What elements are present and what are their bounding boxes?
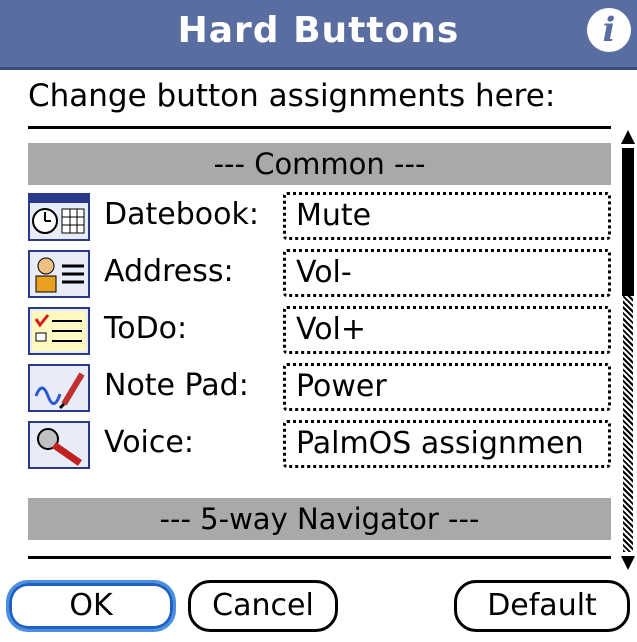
divider-bottom (28, 556, 611, 559)
section-header-navigator: --- 5-way Navigator --- (28, 498, 611, 540)
row-todo: ToDo: Vol+ (28, 303, 611, 359)
row-label: ToDo: (104, 311, 188, 346)
window-title: Hard Buttons (177, 10, 460, 51)
scrollbar[interactable] (619, 130, 637, 570)
voice-assignment-select[interactable]: PalmOS assignmen (283, 420, 611, 468)
info-icon[interactable]: i (587, 8, 631, 52)
address-icon (28, 250, 90, 298)
instruction-text: Change button assignments here: (28, 78, 556, 114)
title-bar: Hard Buttons i (0, 0, 637, 70)
todo-assignment-select[interactable]: Vol+ (283, 306, 611, 354)
scroll-thumb[interactable] (622, 148, 634, 296)
datebook-icon (28, 193, 90, 241)
row-address: Address: Vol- (28, 246, 611, 302)
row-label: Address: (104, 254, 234, 289)
row-label: Datebook: (104, 197, 259, 232)
button-assignment-list: --- Common --- Datebook: Mute Address: V… (28, 133, 611, 553)
row-datebook: Datebook: Mute (28, 189, 611, 245)
ok-button[interactable]: OK (6, 580, 176, 632)
address-assignment-select[interactable]: Vol- (283, 249, 611, 297)
divider-top (28, 126, 611, 129)
todo-icon (28, 307, 90, 355)
voice-icon (28, 421, 90, 469)
notepad-icon (28, 364, 90, 412)
notepad-assignment-select[interactable]: Power (283, 363, 611, 411)
scroll-down-arrow-icon[interactable] (621, 556, 635, 570)
row-label: Voice: (104, 425, 194, 460)
row-voice: Voice: PalmOS assignmen (28, 417, 611, 473)
default-button[interactable]: Default (454, 580, 630, 632)
scroll-up-arrow-icon[interactable] (621, 130, 635, 144)
section-header-common: --- Common --- (28, 143, 611, 185)
row-label: Note Pad: (104, 368, 249, 403)
datebook-assignment-select[interactable]: Mute (283, 192, 611, 240)
cancel-button[interactable]: Cancel (188, 580, 338, 632)
row-notepad: Note Pad: Power (28, 360, 611, 416)
